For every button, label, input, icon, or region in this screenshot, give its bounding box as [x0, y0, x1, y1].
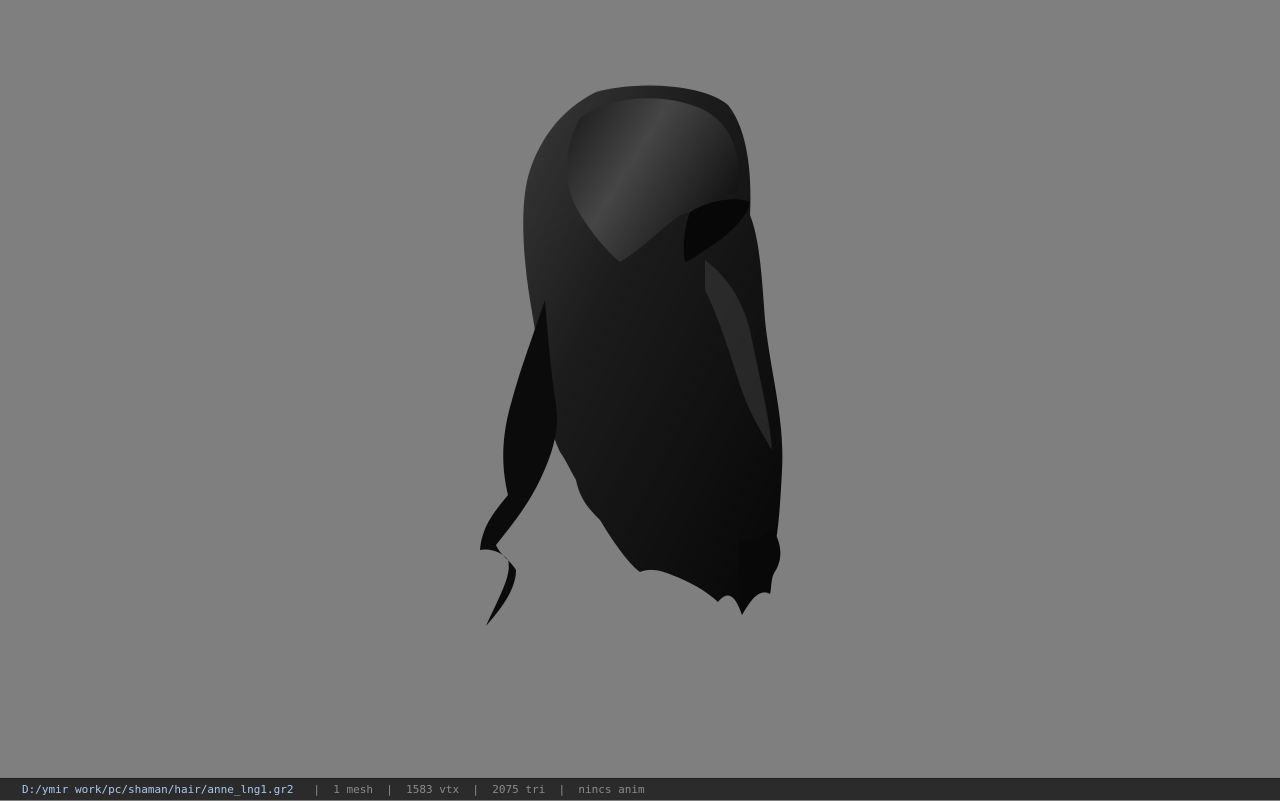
hair-left-strand	[480, 300, 558, 626]
file-path: D:/ymir work/pc/shaman/hair/anne_lng1.gr…	[22, 783, 294, 796]
status-bar: D:/ymir work/pc/shaman/hair/anne_lng1.gr…	[0, 778, 1280, 800]
mesh-count: 1 mesh	[333, 783, 374, 796]
separator: |	[472, 783, 480, 796]
animation-status: nincs anim	[578, 783, 645, 796]
separator: |	[558, 783, 566, 796]
triangle-count: 2075 tri	[492, 783, 546, 796]
vertex-count: 1583 vtx	[406, 783, 460, 796]
separator: |	[313, 783, 321, 796]
separator: |	[386, 783, 393, 796]
hair-model	[480, 85, 783, 626]
3d-viewport[interactable]	[0, 0, 1280, 778]
